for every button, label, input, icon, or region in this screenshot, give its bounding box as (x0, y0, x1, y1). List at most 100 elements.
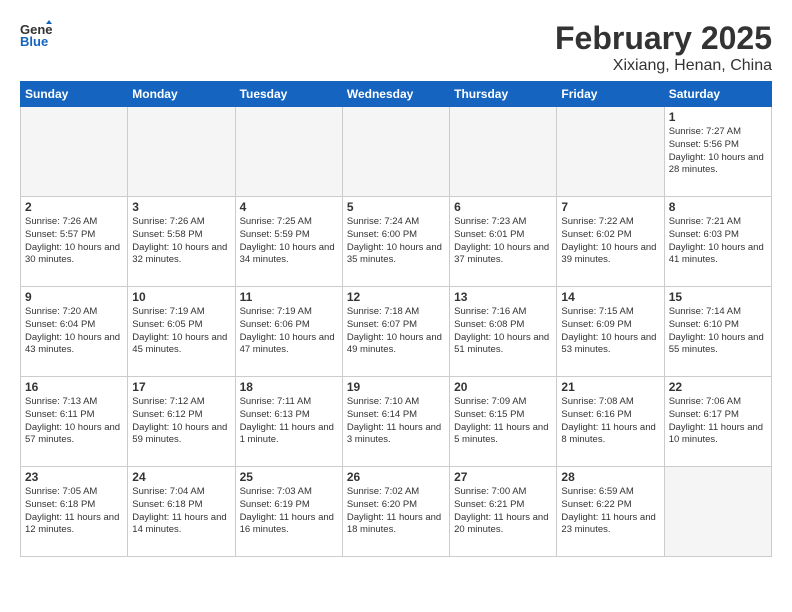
day-info: Sunrise: 7:26 AM Sunset: 5:57 PM Dayligh… (25, 216, 123, 267)
calendar-cell: 14 Sunrise: 7:15 AM Sunset: 6:09 PM Dayli… (557, 287, 664, 377)
day-info: Sunrise: 7:26 AM Sunset: 5:58 PM Dayligh… (132, 216, 230, 267)
calendar-cell: 7 Sunrise: 7:22 AM Sunset: 6:02 PM Daylig… (557, 197, 664, 287)
calendar-cell: 23 Sunrise: 7:05 AM Sunset: 6:18 PM Dayli… (21, 467, 128, 557)
day-number: 17 (132, 380, 230, 394)
day-info: Sunrise: 7:08 AM Sunset: 6:16 PM Dayligh… (561, 396, 659, 447)
calendar-cell (235, 107, 342, 197)
day-number: 13 (454, 290, 552, 304)
day-number: 14 (561, 290, 659, 304)
calendar-cell: 13 Sunrise: 7:16 AM Sunset: 6:08 PM Dayli… (450, 287, 557, 377)
day-info: Sunrise: 7:03 AM Sunset: 6:19 PM Dayligh… (240, 486, 338, 537)
calendar-cell: 4 Sunrise: 7:25 AM Sunset: 5:59 PM Daylig… (235, 197, 342, 287)
weekday-header-row: SundayMondayTuesdayWednesdayThursdayFrid… (21, 82, 772, 107)
day-number: 8 (669, 200, 767, 214)
calendar-cell: 20 Sunrise: 7:09 AM Sunset: 6:15 PM Dayli… (450, 377, 557, 467)
calendar-cell: 6 Sunrise: 7:23 AM Sunset: 6:01 PM Daylig… (450, 197, 557, 287)
calendar-week-row: 9Sunrise: 7:20 AM Sunset: 6:04 PM Daylig… (21, 287, 772, 377)
month-title: February 2025 (555, 20, 772, 57)
day-info: Sunrise: 7:18 AM Sunset: 6:07 PM Dayligh… (347, 306, 445, 357)
calendar-cell: 11 Sunrise: 7:19 AM Sunset: 6:06 PM Dayli… (235, 287, 342, 377)
day-info: Sunrise: 6:59 AM Sunset: 6:22 PM Dayligh… (561, 486, 659, 537)
day-number: 23 (25, 470, 123, 484)
day-info: Sunrise: 7:22 AM Sunset: 6:02 PM Dayligh… (561, 216, 659, 267)
day-info: Sunrise: 7:12 AM Sunset: 6:12 PM Dayligh… (132, 396, 230, 447)
calendar-cell: 28 Sunrise: 6:59 AM Sunset: 6:22 PM Dayli… (557, 467, 664, 557)
day-number: 3 (132, 200, 230, 214)
weekday-header-cell: Friday (557, 82, 664, 107)
day-number: 19 (347, 380, 445, 394)
calendar-cell: 17 Sunrise: 7:12 AM Sunset: 6:12 PM Dayli… (128, 377, 235, 467)
weekday-header-cell: Thursday (450, 82, 557, 107)
day-info: Sunrise: 7:06 AM Sunset: 6:17 PM Dayligh… (669, 396, 767, 447)
day-info: Sunrise: 7:23 AM Sunset: 6:01 PM Dayligh… (454, 216, 552, 267)
day-number: 20 (454, 380, 552, 394)
day-info: Sunrise: 7:04 AM Sunset: 6:18 PM Dayligh… (132, 486, 230, 537)
day-number: 15 (669, 290, 767, 304)
calendar-cell (557, 107, 664, 197)
day-number: 28 (561, 470, 659, 484)
day-info: Sunrise: 7:10 AM Sunset: 6:14 PM Dayligh… (347, 396, 445, 447)
day-info: Sunrise: 7:19 AM Sunset: 6:06 PM Dayligh… (240, 306, 338, 357)
day-info: Sunrise: 7:21 AM Sunset: 6:03 PM Dayligh… (669, 216, 767, 267)
day-info: Sunrise: 7:05 AM Sunset: 6:18 PM Dayligh… (25, 486, 123, 537)
calendar-cell: 26Sunrise: 7:02 AM Sunset: 6:20 PM Dayli… (342, 467, 449, 557)
calendar-cell: 18 Sunrise: 7:11 AM Sunset: 6:13 PM Dayli… (235, 377, 342, 467)
day-number: 1 (669, 110, 767, 124)
calendar-cell: 10Sunrise: 7:19 AM Sunset: 6:05 PM Dayli… (128, 287, 235, 377)
calendar-cell (342, 107, 449, 197)
day-number: 25 (240, 470, 338, 484)
calendar-cell: 27Sunrise: 7:00 AM Sunset: 6:21 PM Dayli… (450, 467, 557, 557)
calendar-cell (21, 107, 128, 197)
weekday-header-cell: Saturday (664, 82, 771, 107)
day-info: Sunrise: 7:09 AM Sunset: 6:15 PM Dayligh… (454, 396, 552, 447)
calendar-week-row: 23 Sunrise: 7:05 AM Sunset: 6:18 PM Dayli… (21, 467, 772, 557)
calendar-cell: 3 Sunrise: 7:26 AM Sunset: 5:58 PM Daylig… (128, 197, 235, 287)
page-header: General Blue February 2025 Xixiang, Hena… (20, 20, 772, 75)
calendar-week-row: 16Sunrise: 7:13 AM Sunset: 6:11 PM Dayli… (21, 377, 772, 467)
calendar-cell: 25 Sunrise: 7:03 AM Sunset: 6:19 PM Dayli… (235, 467, 342, 557)
calendar-cell: 21 Sunrise: 7:08 AM Sunset: 6:16 PM Dayli… (557, 377, 664, 467)
day-info: Sunrise: 7:11 AM Sunset: 6:13 PM Dayligh… (240, 396, 338, 447)
logo-icon: General Blue (20, 20, 52, 48)
day-number: 4 (240, 200, 338, 214)
day-number: 18 (240, 380, 338, 394)
calendar-cell: 16Sunrise: 7:13 AM Sunset: 6:11 PM Dayli… (21, 377, 128, 467)
calendar-cell: 5 Sunrise: 7:24 AM Sunset: 6:00 PM Daylig… (342, 197, 449, 287)
calendar-cell: 9Sunrise: 7:20 AM Sunset: 6:04 PM Daylig… (21, 287, 128, 377)
weekday-header-cell: Monday (128, 82, 235, 107)
day-number: 16 (25, 380, 123, 394)
calendar-cell: 22 Sunrise: 7:06 AM Sunset: 6:17 PM Dayli… (664, 377, 771, 467)
day-number: 7 (561, 200, 659, 214)
day-number: 6 (454, 200, 552, 214)
day-info: Sunrise: 7:14 AM Sunset: 6:10 PM Dayligh… (669, 306, 767, 357)
day-info: Sunrise: 7:16 AM Sunset: 6:08 PM Dayligh… (454, 306, 552, 357)
day-number: 2 (25, 200, 123, 214)
day-info: Sunrise: 7:24 AM Sunset: 6:00 PM Dayligh… (347, 216, 445, 267)
weekday-header-cell: Tuesday (235, 82, 342, 107)
day-number: 11 (240, 290, 338, 304)
svg-text:Blue: Blue (20, 34, 48, 48)
calendar-cell: 19 Sunrise: 7:10 AM Sunset: 6:14 PM Dayli… (342, 377, 449, 467)
day-info: Sunrise: 7:00 AM Sunset: 6:21 PM Dayligh… (454, 486, 552, 537)
logo: General Blue (20, 20, 54, 48)
day-number: 5 (347, 200, 445, 214)
calendar-cell (450, 107, 557, 197)
calendar-cell: 2 Sunrise: 7:26 AM Sunset: 5:57 PM Daylig… (21, 197, 128, 287)
day-info: Sunrise: 7:27 AM Sunset: 5:56 PM Dayligh… (669, 126, 767, 177)
day-info: Sunrise: 7:19 AM Sunset: 6:05 PM Dayligh… (132, 306, 230, 357)
day-info: Sunrise: 7:25 AM Sunset: 5:59 PM Dayligh… (240, 216, 338, 267)
title-block: February 2025 Xixiang, Henan, China (555, 20, 772, 75)
day-info: Sunrise: 7:15 AM Sunset: 6:09 PM Dayligh… (561, 306, 659, 357)
day-number: 24 (132, 470, 230, 484)
day-number: 12 (347, 290, 445, 304)
day-number: 22 (669, 380, 767, 394)
calendar-cell: 12 Sunrise: 7:18 AM Sunset: 6:07 PM Dayli… (342, 287, 449, 377)
calendar-cell: 15 Sunrise: 7:14 AM Sunset: 6:10 PM Dayli… (664, 287, 771, 377)
day-info: Sunrise: 7:20 AM Sunset: 6:04 PM Dayligh… (25, 306, 123, 357)
weekday-header-cell: Sunday (21, 82, 128, 107)
calendar-week-row: 2 Sunrise: 7:26 AM Sunset: 5:57 PM Daylig… (21, 197, 772, 287)
location: Xixiang, Henan, China (555, 57, 772, 75)
day-number: 21 (561, 380, 659, 394)
calendar-cell: 1 Sunrise: 7:27 AM Sunset: 5:56 PM Daylig… (664, 107, 771, 197)
calendar-cell: 24 Sunrise: 7:04 AM Sunset: 6:18 PM Dayli… (128, 467, 235, 557)
